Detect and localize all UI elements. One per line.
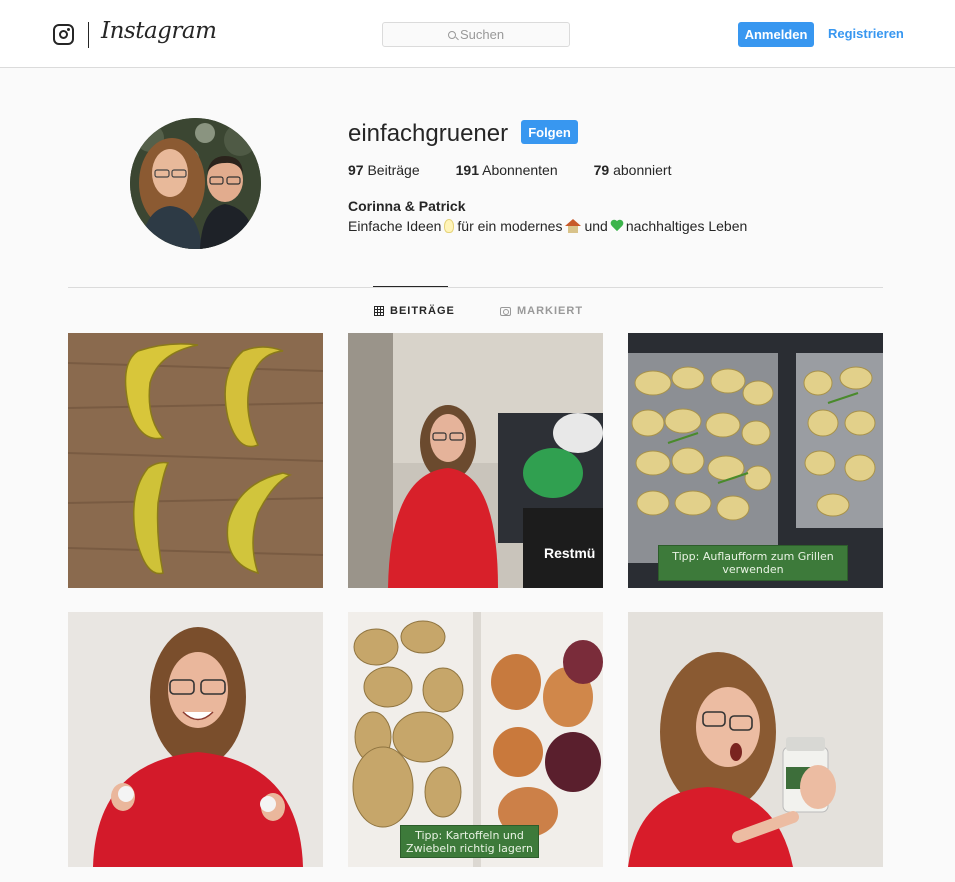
house-icon: [565, 219, 582, 233]
bio-text: nachhaltiges Leben: [625, 218, 748, 234]
profile-username: einfachgruener: [348, 120, 509, 147]
profile-avatar: [130, 118, 261, 249]
lightbulb-icon: [444, 219, 455, 233]
instagram-wordmark-logo[interactable]: Instagram: [101, 18, 217, 44]
search-input[interactable]: Suchen: [382, 22, 570, 47]
active-tab-indicator: [373, 286, 448, 287]
register-link[interactable]: Registrieren: [828, 26, 904, 41]
search-icon: [447, 30, 456, 39]
tabs-divider: [68, 287, 883, 288]
tab-posts-label: BEITRÄGE: [390, 305, 455, 317]
post-thumbnail[interactable]: Tipp: Kartoffeln und Zwiebeln richtig la…: [348, 612, 603, 867]
follow-button[interactable]: Folgen: [521, 120, 578, 144]
bio-text: Einfache Ideen: [348, 218, 442, 234]
post-thumbnail[interactable]: [628, 612, 883, 867]
posts-stat: 97 Beiträge: [348, 162, 420, 178]
profile-full-name: Corinna & Patrick: [348, 198, 466, 214]
post-thumbnail[interactable]: [68, 333, 323, 588]
profile-bio: Einfache Ideen für ein modernes und nach…: [348, 218, 747, 234]
grid-icon: [374, 306, 384, 316]
tab-posts[interactable]: BEITRÄGE: [374, 305, 455, 317]
bio-text: für ein modernes: [457, 218, 563, 234]
post-thumbnail[interactable]: Restmü: [348, 333, 603, 588]
top-navigation-bar: Instagram Suchen Anmelden Registrieren: [0, 0, 955, 68]
post-thumbnail[interactable]: Tipp: Auflaufform zum Grillen verwenden: [628, 333, 883, 588]
green-heart-icon: [610, 219, 624, 233]
followers-stat[interactable]: 191 Abonnenten: [456, 162, 558, 178]
post-caption-overlay: Tipp: Auflaufform zum Grillen verwenden: [658, 545, 848, 581]
post-thumbnail[interactable]: [68, 612, 323, 867]
tab-tagged[interactable]: MARKIERT: [500, 305, 583, 317]
tagged-icon: [500, 306, 511, 316]
search-placeholder: Suchen: [459, 27, 505, 42]
post-caption-overlay: Tipp: Kartoffeln und Zwiebeln richtig la…: [400, 825, 539, 858]
login-button[interactable]: Anmelden: [738, 22, 814, 47]
following-stat[interactable]: 79 abonniert: [594, 162, 672, 178]
bio-text: und: [584, 218, 608, 234]
svg-text:Restmü: Restmü: [544, 545, 595, 561]
instagram-glyph-icon[interactable]: [53, 24, 74, 45]
logo-divider: [88, 22, 89, 48]
profile-stats: 97 Beiträge 191 Abonnenten 79 abonniert: [348, 162, 672, 178]
tab-tagged-label: MARKIERT: [517, 305, 584, 317]
